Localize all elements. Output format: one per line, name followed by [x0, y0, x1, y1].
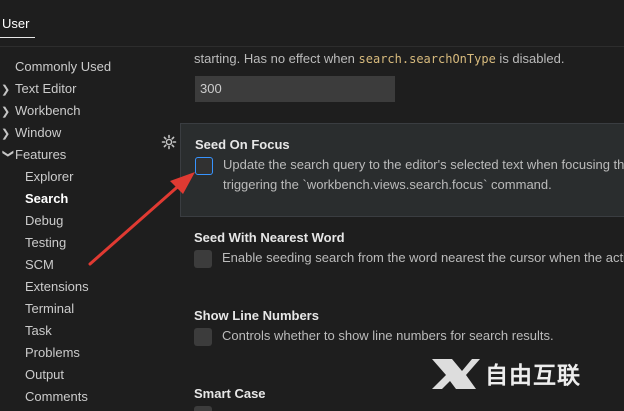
settings-tab-bar: User [0, 0, 624, 47]
toc-item-workbench[interactable]: ❯ Workbench [1, 100, 81, 122]
chevron-right-icon: ❯ [1, 106, 11, 118]
setting-key-code: search.searchOnType [358, 52, 496, 66]
desc-text: starting. Has no effect when [194, 51, 359, 66]
show-line-numbers-checkbox[interactable] [194, 328, 212, 346]
toc-item-comments[interactable]: Comments [25, 386, 88, 408]
desc-text: is disabled. [495, 51, 565, 66]
smart-case-checkbox[interactable] [194, 406, 212, 411]
toc-item-output[interactable]: Output [25, 364, 64, 386]
toc-label: Workbench [15, 103, 81, 118]
toc-label: Features [15, 147, 67, 162]
toc-item-explorer[interactable]: Explorer [25, 166, 73, 188]
chevron-right-icon: ❯ [1, 84, 11, 96]
toc-item-task[interactable]: Task [25, 320, 52, 342]
toc-label: Text Editor [15, 81, 77, 96]
chevron-down-icon: ❯ [2, 149, 14, 159]
setting-title: Seed With Nearest Word [194, 230, 345, 245]
seed-with-nearest-word-checkbox[interactable] [194, 250, 212, 268]
setting-description: Update the search query to the editor's … [223, 157, 624, 172]
setting-description: starting. Has no effect when search.sear… [194, 51, 564, 66]
toc-label: Window [15, 125, 62, 140]
watermark-text: 自由互联 [485, 362, 581, 388]
toc-item-testing[interactable]: Testing [25, 232, 66, 254]
setting-title: Show Line Numbers [194, 308, 319, 323]
setting-title: Smart Case [194, 386, 266, 401]
toc-item-scm[interactable]: SCM [25, 254, 54, 276]
settings-toc: Commonly Used ❯ Text Editor ❯ Workbench ❯ W… [0, 47, 180, 411]
chevron-right-icon: ❯ [1, 128, 11, 140]
toc-item-debug[interactable]: Debug [25, 210, 63, 232]
toc-label: Commonly Used [15, 59, 112, 74]
toc-item-terminal[interactable]: Terminal [25, 298, 74, 320]
setting-title: Seed On Focus [195, 137, 290, 152]
toc-item-problems[interactable]: Problems [25, 342, 80, 364]
setting-description: Controls whether to show line numbers fo… [222, 328, 554, 343]
toc-item-search[interactable]: Search [25, 188, 68, 210]
toc-item-text-editor[interactable]: ❯ Text Editor [1, 78, 76, 100]
setting-description: Enable seeding search from the word near… [222, 250, 624, 265]
toc-item-commonly-used[interactable]: Commonly Used [15, 56, 111, 78]
debounce-number-input[interactable]: 300 [195, 76, 395, 102]
seed-on-focus-checkbox[interactable] [195, 157, 213, 175]
setting-description-line2: triggering the `workbench.views.search.f… [223, 177, 552, 192]
toc-item-features[interactable]: ❯Features [1, 144, 66, 166]
toc-item-window[interactable]: ❯ Window [1, 122, 61, 144]
gear-icon[interactable] [161, 134, 177, 150]
setting-seed-on-focus: Seed On Focus Update the search query to… [180, 123, 624, 217]
toc-item-extensions[interactable]: Extensions [25, 276, 89, 298]
tab-user[interactable]: User [0, 10, 36, 38]
